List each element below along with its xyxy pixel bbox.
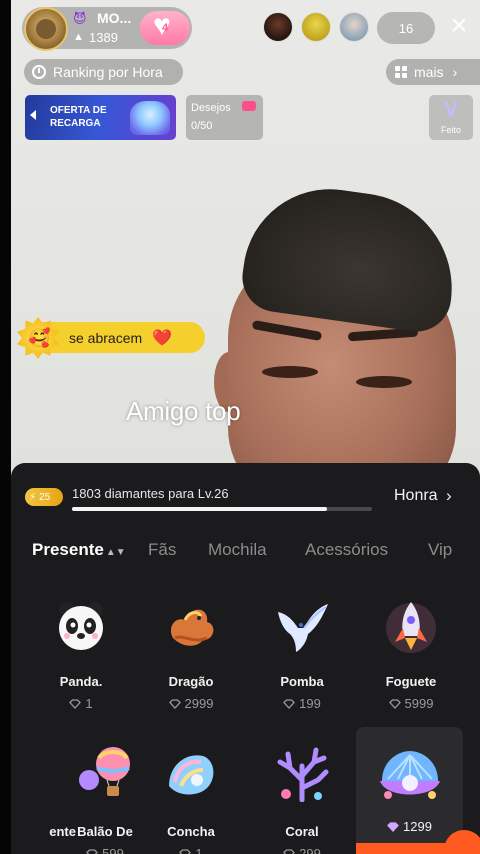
diamond-pile-icon <box>130 101 170 135</box>
gift-name: Pomba <box>280 674 324 689</box>
level-progress-bar <box>72 507 372 511</box>
heart-icon: 4 <box>152 11 178 41</box>
pearl-shell-icon <box>380 751 440 799</box>
shell-icon <box>169 755 214 795</box>
gift-name: Panda. <box>59 674 103 689</box>
tab-mochila[interactable]: Mochila <box>208 540 267 560</box>
gift-price: 1 <box>136 846 246 854</box>
gift-icon <box>242 101 256 111</box>
selected-gift-card[interactable] <box>356 727 463 854</box>
bolt-icon: ⚡ <box>29 491 37 503</box>
wishes-count: 0/50 <box>191 120 213 132</box>
screen-edge <box>0 0 11 854</box>
grid-icon <box>395 66 407 78</box>
ranking-button[interactable]: Ranking por Hora <box>24 59 183 85</box>
diamond-icon <box>86 849 99 854</box>
more-label: mais <box>414 64 444 80</box>
diamond-icon <box>283 849 296 854</box>
chat-message-text: se abracem <box>69 330 143 346</box>
gift-price: 299 <box>247 846 357 854</box>
live-stream-view: 😈 MO... ▲ 1389 4 16 × Ranking por Hora m… <box>0 0 480 854</box>
coral-icon <box>277 747 329 802</box>
arrow-left-icon <box>30 110 36 120</box>
gift-price: 199 <box>247 696 357 711</box>
sort-icon: ▲▼ <box>105 547 126 558</box>
gift-name: Dragão <box>168 674 214 689</box>
level-progress-fill <box>72 507 327 511</box>
diamond-icon <box>179 849 192 854</box>
level-number: 25 <box>39 491 51 503</box>
streamer-brow-left <box>251 319 323 342</box>
follow-button[interactable]: 4 <box>140 11 190 45</box>
host-name[interactable]: MO... <box>97 10 131 26</box>
smile-icon: 🥰 <box>28 328 51 348</box>
stream-caption: Amigo top <box>126 396 241 426</box>
gift-name: Concha <box>167 824 215 839</box>
more-button[interactable]: mais › <box>386 59 480 85</box>
tab-acessorios[interactable]: Acessórios <box>305 540 388 560</box>
host-avatar[interactable] <box>24 7 68 51</box>
tab-presente[interactable]: Presente ▲▼ <box>32 540 126 560</box>
v-badge-icon: V <box>444 99 458 121</box>
streamer-eye-right <box>356 376 412 388</box>
tab-vip[interactable]: Vip <box>428 540 452 560</box>
heart-icon: ❤️ <box>152 330 172 347</box>
feito-badge[interactable]: V Feito <box>429 95 473 140</box>
host-fans-count: 1389 <box>89 30 118 45</box>
clock-icon <box>32 65 46 79</box>
diamond-icon <box>168 699 181 709</box>
wishes-title: Desejos <box>191 102 231 114</box>
gift-price: 1 <box>26 696 136 711</box>
diamond-icon <box>283 699 296 709</box>
dragon-icon <box>170 609 214 646</box>
chevron-right-icon[interactable]: › <box>446 486 452 506</box>
streamer-eye-left <box>262 366 318 378</box>
viewer-count-button[interactable]: 16 <box>377 12 435 44</box>
close-icon[interactable]: × <box>444 11 474 42</box>
diamond-icon <box>387 822 399 832</box>
viewer-avatar[interactable] <box>301 12 331 42</box>
feito-label: Feito <box>440 125 461 135</box>
wishes-widget[interactable]: Desejos 0/50 <box>186 95 263 140</box>
viewer-avatar[interactable] <box>339 12 369 42</box>
ranking-label: Ranking por Hora <box>53 64 163 80</box>
recharge-label: OFERTA DE RECARGA <box>50 105 107 129</box>
host-emoji: 😈 <box>73 11 87 26</box>
recharge-offer-banner[interactable]: OFERTA DE RECARGA <box>25 95 176 140</box>
diamond-icon <box>388 699 401 709</box>
flame-icon: ▲ <box>73 31 84 43</box>
gift-name: Coral <box>285 824 319 839</box>
gift-name: Foguete <box>385 674 437 689</box>
chevron-right-icon: › <box>452 64 458 80</box>
gift-price: 2999 <box>136 696 246 711</box>
level-progress-text: 1803 diamantes para Lv.26 <box>72 486 229 501</box>
selected-gift-price: 1299 <box>356 819 463 834</box>
tab-fas[interactable]: Fãs <box>148 540 176 560</box>
viewer-avatar[interactable] <box>263 12 293 42</box>
rocket-icon <box>386 602 436 653</box>
follow-count: 4 <box>161 22 169 34</box>
panda-icon <box>59 602 103 650</box>
honor-link[interactable]: Honra <box>394 487 438 505</box>
user-level-badge: ⚡ 25 <box>25 488 63 506</box>
dove-icon <box>278 604 328 652</box>
diamond-icon <box>69 699 82 709</box>
balloon-icon <box>79 747 130 796</box>
gift-price: 5999 <box>356 696 466 711</box>
